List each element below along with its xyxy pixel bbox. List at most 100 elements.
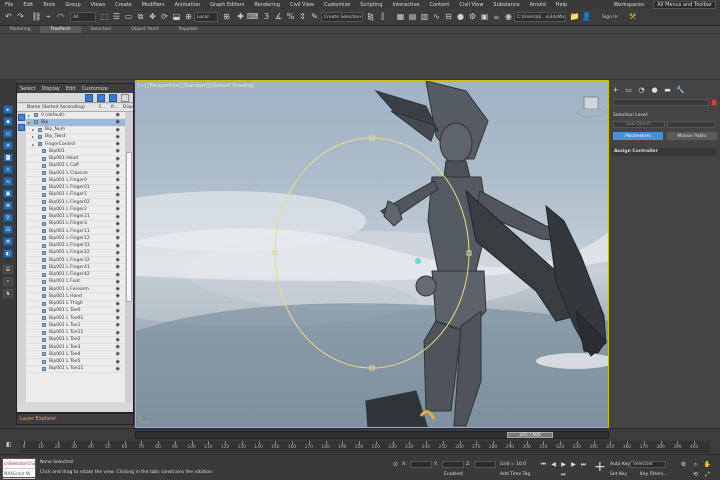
- display-frozen-icon[interactable]: ❄: [3, 237, 13, 246]
- expand-arrow-icon[interactable]: ▸: [28, 120, 30, 125]
- options-icon[interactable]: [121, 94, 129, 102]
- reference-coordinate-dropdown[interactable]: Local: [194, 12, 218, 22]
- sort-icon[interactable]: [18, 114, 25, 121]
- menu-item[interactable]: Edit: [18, 2, 38, 8]
- viewcube-icon[interactable]: [576, 96, 606, 118]
- display-spacewarps-icon[interactable]: ≈: [3, 177, 13, 186]
- visibility-eye-icon[interactable]: ◉: [116, 264, 120, 270]
- visibility-eye-icon[interactable]: ◉: [116, 351, 120, 357]
- window-crossing-icon[interactable]: ⧉: [136, 12, 145, 21]
- parameters-button[interactable]: Parameters: [613, 132, 663, 140]
- key-selection-dropdown[interactable]: Selected: [630, 461, 666, 468]
- visibility-eye-icon[interactable]: ◉: [116, 243, 120, 249]
- rotate-icon[interactable]: ⟳: [160, 12, 169, 21]
- menu-item[interactable]: Tools: [38, 2, 60, 8]
- material-editor-icon[interactable]: ●: [456, 12, 465, 21]
- render-icon[interactable]: ☕: [492, 12, 501, 21]
- rendered-frame-window-icon[interactable]: ▣: [480, 12, 489, 21]
- display-lights-icon[interactable]: ☀: [3, 141, 13, 150]
- object-name-field[interactable]: [613, 99, 709, 106]
- visibility-eye-icon[interactable]: ◉: [116, 170, 120, 176]
- scene-list-item[interactable]: Bip001 L Toe01 ◉: [26, 315, 126, 323]
- select-by-name-icon[interactable]: ☰: [112, 12, 121, 21]
- expand-arrow-icon[interactable]: ▸: [32, 127, 34, 132]
- set-key-icon[interactable]: +: [594, 459, 606, 475]
- scene-list-item[interactable]: Bip001 L Toe0 ◉: [26, 308, 126, 315]
- find-icon[interactable]: [97, 94, 105, 102]
- expand-arrow-icon[interactable]: ▸: [28, 113, 30, 118]
- create-tab-icon[interactable]: +: [611, 86, 620, 94]
- visibility-eye-icon[interactable]: ◉: [116, 257, 120, 263]
- motion-tab-icon[interactable]: ●: [650, 86, 659, 94]
- visibility-eye-icon[interactable]: ◉: [116, 235, 120, 241]
- layer-explorer-icon[interactable]: ▤: [408, 12, 417, 21]
- isolate-icon[interactable]: ⊙: [392, 461, 399, 468]
- expand-arrow-icon[interactable]: ▸: [32, 142, 34, 147]
- display-geometry-icon[interactable]: ◆: [3, 117, 13, 126]
- next-frame-icon[interactable]: ▶: [570, 461, 577, 468]
- scene-list-item[interactable]: Bip001 L Finger12 ◉: [26, 235, 126, 243]
- menu-item[interactable]: Content: [424, 2, 454, 8]
- menu-item[interactable]: Civil View: [454, 2, 488, 8]
- brush-icon[interactable]: ⚒: [628, 12, 637, 21]
- visibility-eye-icon[interactable]: ◉: [116, 177, 120, 183]
- add-time-tag-button[interactable]: Add Time Tag: [500, 472, 530, 477]
- scene-list-item[interactable]: Bip001 L Finger2 ◉: [26, 206, 126, 214]
- scene-list-item[interactable]: Bip001 Head ◉: [26, 156, 126, 163]
- mirror-icon[interactable]: ⧎: [366, 12, 375, 21]
- align-icon[interactable]: ⫿: [378, 12, 387, 21]
- play-icon[interactable]: ▶: [560, 461, 567, 468]
- menu-item[interactable]: Modifiers: [137, 2, 170, 8]
- track-bar[interactable]: 0 10 20 30 40 50 60 70 80 90 100 110 120 130 140 150 160…: [20, 441, 710, 453]
- filter-icon[interactable]: [85, 94, 93, 102]
- scene-list-item[interactable]: Bip001 L Finger0 ◉: [26, 177, 126, 185]
- display-containers-icon[interactable]: ⊡: [3, 225, 13, 234]
- object-color-swatch[interactable]: [711, 99, 717, 106]
- named-selection-set-dropdown[interactable]: Create Selection Se: [321, 12, 363, 22]
- visibility-eye-icon[interactable]: ◉: [116, 112, 120, 118]
- go-to-start-icon[interactable]: ⏮: [540, 461, 547, 468]
- x-coordinate-field[interactable]: [410, 461, 432, 468]
- menu-item[interactable]: Group: [60, 2, 85, 8]
- time-configuration-icon[interactable]: ⚙: [680, 461, 687, 468]
- visibility-eye-icon[interactable]: ◉: [116, 308, 120, 314]
- scene-list-item[interactable]: Bip001 L Toe4 ◉: [26, 351, 126, 359]
- maxscript-line-2[interactable]: MAXScript Mi: [3, 469, 35, 479]
- scene-list-item[interactable]: Bip001 L Forearm ◉: [26, 286, 126, 294]
- scene-list-item[interactable]: Bip001 L Finger02 ◉: [26, 199, 126, 207]
- render-column-header[interactable]: R...: [111, 105, 118, 110]
- menu-item[interactable]: Help: [551, 2, 572, 8]
- viewport-label[interactable]: [+] [Perspective] [Standard] [Default Sh…: [138, 83, 254, 89]
- visibility-eye-icon[interactable]: ◉: [116, 286, 120, 292]
- pivot-center-icon[interactable]: [415, 258, 421, 264]
- invert-display-icon[interactable]: ⇅: [3, 289, 13, 298]
- project-path-dropdown[interactable]: C:\Users\pl...s\3dsMax: [514, 12, 566, 22]
- link-icon[interactable]: ⛓: [31, 12, 41, 21]
- time-slider[interactable]: 205 / 400: [135, 431, 609, 439]
- visibility-eye-icon[interactable]: ◉: [116, 359, 120, 365]
- set-key-button[interactable]: Set Key: [610, 472, 627, 477]
- scene-list-item[interactable]: Bip001 L Hand ◉: [26, 293, 126, 301]
- scene-list-item[interactable]: Bip001 L Finger21 ◉: [26, 214, 126, 221]
- scene-list-item[interactable]: ▸ Bip ◉: [26, 119, 126, 127]
- scene-list-scroll-thumb[interactable]: [126, 152, 132, 302]
- selection-filter-dropdown[interactable]: All: [70, 12, 96, 22]
- scene-list-item[interactable]: Bip001 L Toe2 ◉: [26, 337, 126, 344]
- maxscript-listener[interactable]: onSelectionChanged MAXScript Mi: [2, 458, 36, 479]
- sign-in-button[interactable]: Sign In: [600, 12, 624, 22]
- pan-icon[interactable]: ✋: [704, 461, 711, 468]
- visibility-eye-icon[interactable]: ◉: [116, 272, 120, 278]
- menu-item[interactable]: Arnold: [525, 2, 551, 8]
- visibility-eye-icon[interactable]: ◉: [116, 279, 120, 285]
- scene-list-item[interactable]: Bip001 L Toe1 ◉: [26, 322, 126, 330]
- name-column-header[interactable]: Name (Sorted Ascending): [27, 105, 85, 110]
- assign-controller-rollout[interactable]: Assign Controller: [611, 148, 717, 156]
- keyboard-shortcut-icon[interactable]: ⌨: [247, 12, 259, 21]
- hierarchy-tab-icon[interactable]: ◔: [637, 86, 646, 94]
- rect-selection-icon[interactable]: ▭: [124, 12, 133, 21]
- scene-list-item[interactable]: Bip001 L Finger41 ◉: [26, 264, 126, 272]
- visibility-eye-icon[interactable]: ◉: [116, 192, 120, 198]
- move-icon[interactable]: ✥: [148, 12, 157, 21]
- scene-explorer-menu-item[interactable]: Select: [17, 86, 38, 92]
- place-icon[interactable]: ⊕: [184, 12, 193, 21]
